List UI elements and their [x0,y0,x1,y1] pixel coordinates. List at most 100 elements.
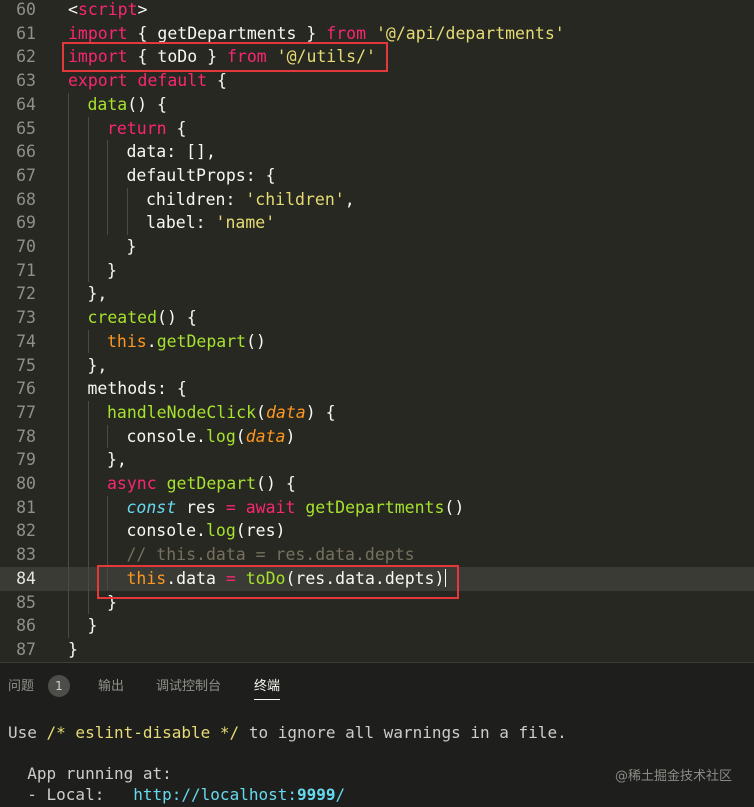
code-text: } [88,614,98,638]
line-number: 85 [16,592,36,612]
code-text: import { toDo } from '@/utils/' [68,45,376,69]
code-token: }, [107,450,127,470]
tab-output[interactable]: 输出 [98,675,124,694]
indent-guide [87,116,89,283]
terminal-eslint-comment: /* eslint-disable */ [46,723,240,742]
line-number: 65 [16,118,36,138]
code-token: console. [126,521,206,541]
code-line[interactable]: 81 const res = await getDepartments() [0,496,754,520]
line-number: 69 [16,213,36,233]
code-line[interactable]: 73 created() { [0,306,754,330]
code-line[interactable]: 78 console.log(data) [0,425,754,449]
code-line[interactable]: 80 async getDepart() { [0,472,754,496]
code-line[interactable]: 79}, [0,448,754,472]
code-token: } [107,260,117,280]
code-token: }, [87,284,108,304]
code-line[interactable]: 62 import { toDo } from '@/utils/' [0,45,754,69]
code-line[interactable]: 70} [0,235,754,259]
code-line[interactable]: 86} [0,614,754,638]
code-token: console. [126,426,206,446]
code-line[interactable]: 65 return { [0,117,754,141]
code-token: data [265,402,306,422]
tab-debug-console[interactable]: 调试控制台 [156,675,221,694]
code-line[interactable]: 77 handleNodeClick(data) { [0,401,754,425]
code-editor[interactable]: 60 <script> 61 import { getDepartments } fr… [0,0,754,662]
code-line[interactable]: 69 label: 'name' [0,211,754,235]
code-token: = [225,497,236,517]
code-token: .data [166,568,226,588]
terminal-local-slash[interactable]: / [336,785,346,804]
tab-problems[interactable]: 问题 [8,675,34,694]
code-token: label: [146,213,216,233]
code-text: }, [88,354,108,378]
code-text: this.getDepart() [107,330,266,354]
code-token: getDepart [166,474,257,493]
code-line[interactable]: 85} [0,591,754,615]
code-line[interactable]: 66 data: [], [0,140,754,164]
code-text: } [127,235,137,259]
code-text: created() { [88,306,197,330]
code-line[interactable]: 84 this.data = toDo(res.data.depts) [0,566,754,591]
code-token: (res.data.depts) [285,568,445,588]
line-number: 78 [16,426,36,446]
terminal-local-port[interactable]: 9999 [297,785,336,804]
code-line[interactable]: 76 methods: { [0,377,754,401]
code-text: // this.data = res.data.depts [127,543,415,567]
code-token: log [205,521,236,541]
code-token: from [326,23,367,43]
code-token: // this.data = res.data.depts [126,545,415,565]
line-number: 60 [16,0,36,19]
code-token: ) [285,426,296,446]
indent-guide [126,187,128,235]
line-number: 79 [16,450,36,470]
code-line[interactable]: 68 children: 'children', [0,188,754,212]
code-text: } [107,259,117,283]
code-text: console.log(data) [127,425,296,449]
line-number: 76 [16,379,36,399]
code-token: res [176,497,226,517]
line-number: 74 [16,331,36,351]
code-line[interactable]: 64 data() { [0,93,754,117]
code-token: < [68,0,78,19]
code-token: await [245,497,296,517]
code-token: 'name' [215,213,276,233]
code-token: 'children' [245,189,345,209]
code-line[interactable]: 74 this.getDepart() [0,330,754,354]
indent-guide [107,140,108,235]
indent-guide [87,329,89,354]
code-text: methods: { [88,377,187,401]
tab-terminal[interactable]: 终端 [254,675,281,700]
code-text: this.data = toDo(res.data.depts) [127,567,447,591]
line-number: 81 [16,497,36,517]
code-line[interactable]: 71} [0,259,754,283]
indent-guide [107,495,108,591]
code-line[interactable]: 83 // this.data = res.data.depts [0,543,754,567]
code-line[interactable]: 61 import { getDepartments } from '@/api/… [0,22,754,46]
code-line[interactable]: 72}, [0,282,754,306]
line-number: 71 [16,260,36,280]
code-line[interactable]: 63 export default { [0,69,754,93]
line-number: 61 [16,23,36,43]
code-token: children: [146,189,246,209]
indent-guide [68,92,69,638]
line-number: 67 [16,165,36,185]
code-line[interactable]: 67 defaultProps: { [0,164,754,188]
code-line[interactable]: 82 console.log(res) [0,519,754,543]
terminal-line-app-running: App running at: [8,764,172,783]
code-line[interactable]: 87} [0,638,754,662]
code-token: () { [157,308,197,328]
line-number: 62 [16,47,36,67]
code-line[interactable]: 75}, [0,354,754,378]
terminal-line-local: - Local: http://localhost:9999/ [8,785,345,804]
line-number: 75 [16,355,36,375]
terminal-local-url[interactable]: http://localhost: [133,785,297,804]
code-token: , [344,189,355,209]
code-line[interactable]: 60 <script> [0,0,754,22]
line-number: 84 [16,568,36,588]
line-number: 80 [16,474,36,493]
